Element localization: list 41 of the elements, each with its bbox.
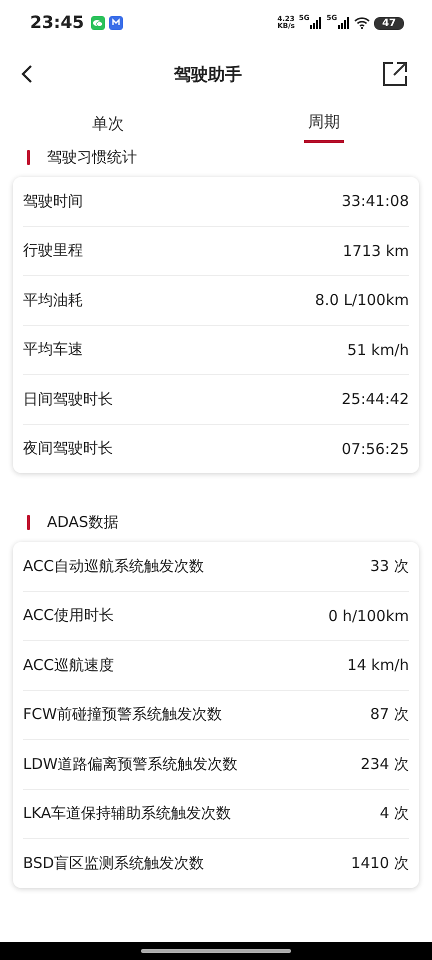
wifi-icon <box>354 17 370 29</box>
stat-label: 行驶里程 <box>23 241 83 260</box>
stat-label: ACC巡航速度 <box>23 656 114 675</box>
stat-label: 夜间驾驶时长 <box>23 439 113 458</box>
section-title: 驾驶习惯统计 <box>47 148 137 166</box>
stat-value: 234 次 <box>360 754 409 774</box>
section-title: ADAS数据 <box>47 512 118 532</box>
stat-value: 07:56:25 <box>342 440 409 458</box>
stat-value: 25:44:42 <box>342 390 409 408</box>
stat-value: 33 次 <box>370 556 409 576</box>
stat-value: 14 km/h <box>347 656 409 674</box>
stat-value: 1713 km <box>342 242 409 260</box>
chat-app-icon <box>91 16 106 30</box>
section-marker <box>27 150 30 164</box>
page-title: 驾驶助手 <box>174 64 242 86</box>
share-icon[interactable] <box>382 61 408 87</box>
stat-label: 平均车速 <box>23 340 83 360</box>
stat-value: 51 km/h <box>347 340 409 359</box>
stat-value: 87 次 <box>370 705 409 724</box>
stat-label: BSD盲区监测系统触发次数 <box>23 854 204 873</box>
status-time: 23:45 <box>30 13 84 33</box>
signal-icon <box>338 17 350 29</box>
stat-label: 驾驶时间 <box>23 192 83 211</box>
stat-label: LDW道路偏离预警系统触发次数 <box>23 754 238 774</box>
stat-value: 1410 次 <box>351 854 409 873</box>
tab[interactable]: 单次 <box>0 102 216 146</box>
stat-value: 0 h/100km <box>328 606 409 625</box>
back-icon[interactable] <box>20 64 34 84</box>
stat-label: FCW前碰撞预警系统触发次数 <box>23 705 222 724</box>
stat-label: ACC自动巡航系统触发次数 <box>23 556 204 576</box>
stat-label: 日间驾驶时长 <box>23 390 113 409</box>
stat-label: LKA车道保持辅助系统触发次数 <box>23 804 232 824</box>
stat-value: 8.0 L/100km <box>315 291 409 310</box>
stat-value: 33:41:08 <box>342 192 409 210</box>
signal-icon <box>310 17 322 29</box>
battery-icon: 47 <box>374 16 404 30</box>
stat-label: ACC使用时长 <box>23 606 114 626</box>
section-marker <box>27 514 30 530</box>
app-icon <box>109 16 124 30</box>
stat-value: 4 次 <box>380 804 409 824</box>
stat-label: 平均油耗 <box>23 290 83 310</box>
